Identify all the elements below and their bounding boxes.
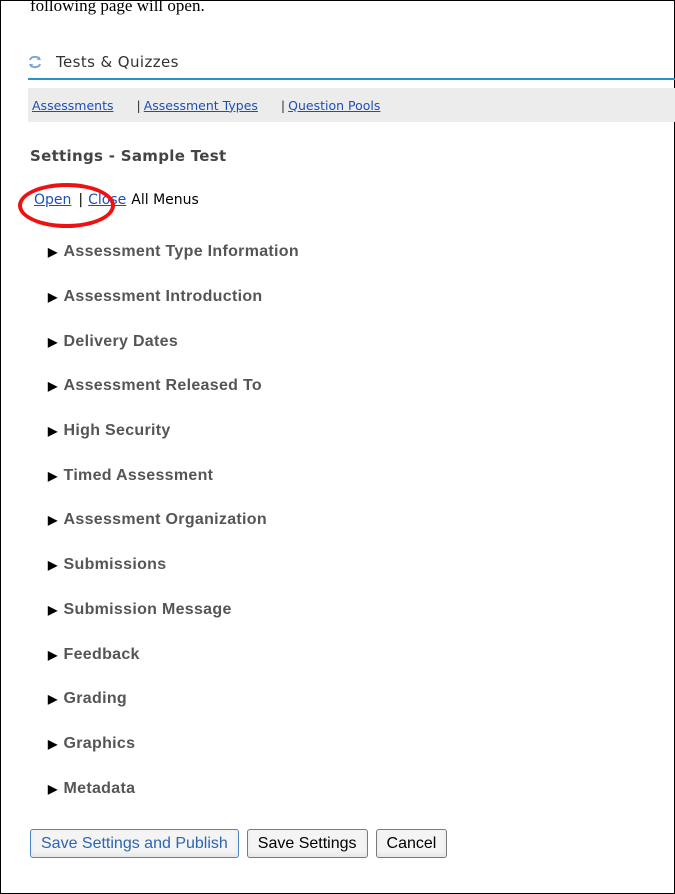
- open-all-menus-link[interactable]: Open: [34, 192, 71, 208]
- section-assessment-organization[interactable]: ▶ Assessment Organization: [48, 498, 299, 543]
- section-submissions[interactable]: ▶ Submissions: [48, 543, 299, 588]
- section-label: High Security: [63, 422, 171, 440]
- nav-separator: |: [136, 97, 141, 113]
- section-graphics[interactable]: ▶ Graphics: [48, 722, 299, 767]
- section-label: Delivery Dates: [63, 332, 179, 350]
- section-grading[interactable]: ▶ Grading: [48, 677, 299, 722]
- expand-arrow-icon: ▶: [48, 245, 58, 260]
- toggle-separator: |: [78, 192, 84, 208]
- action-buttons: Save Settings and Publish Save Settings …: [30, 829, 448, 858]
- section-submission-message[interactable]: ▶ Submission Message: [48, 588, 299, 633]
- all-menus-label: All Menus: [131, 192, 199, 208]
- section-timed-assessment[interactable]: ▶ Timed Assessment: [48, 453, 299, 498]
- section-label: Assessment Organization: [63, 511, 267, 529]
- expand-arrow-icon: ▶: [48, 468, 58, 483]
- section-assessment-released-to[interactable]: ▶ Assessment Released To: [48, 364, 299, 409]
- nav-question-pools-link[interactable]: Question Pools: [288, 98, 380, 113]
- page-title: Settings - Sample Test: [30, 147, 227, 165]
- section-assessment-introduction[interactable]: ▶ Assessment Introduction: [48, 275, 299, 320]
- cancel-button[interactable]: Cancel: [375, 829, 448, 858]
- save-settings-button[interactable]: Save Settings: [246, 829, 368, 858]
- expand-arrow-icon: ▶: [48, 334, 58, 349]
- expand-arrow-icon: ▶: [48, 781, 58, 796]
- menu-toggle-row: Open | Close All Menus: [34, 192, 199, 208]
- expand-arrow-icon: ▶: [48, 647, 58, 662]
- section-metadata[interactable]: ▶ Metadata: [48, 766, 299, 811]
- expand-arrow-icon: ▶: [48, 424, 58, 439]
- settings-sections: ▶ Assessment Type Information ▶ Assessment…: [48, 230, 299, 811]
- save-settings-and-publish-button[interactable]: Save Settings and Publish: [30, 829, 239, 858]
- expand-arrow-icon: ▶: [48, 558, 58, 573]
- section-label: Assessment Type Information: [63, 243, 299, 261]
- expand-arrow-icon: ▶: [48, 736, 58, 751]
- expand-arrow-icon: ▶: [48, 692, 58, 707]
- top-text-fragment: following page will open.: [30, 0, 205, 15]
- expand-arrow-icon: ▶: [48, 290, 58, 305]
- tool-header: Tests & Quizzes: [28, 46, 675, 80]
- section-label: Feedback: [63, 645, 140, 663]
- section-label: Graphics: [63, 734, 136, 752]
- section-feedback[interactable]: ▶ Feedback: [48, 632, 299, 677]
- section-assessment-type-information[interactable]: ▶ Assessment Type Information: [48, 230, 299, 275]
- nav-separator: |: [280, 97, 286, 113]
- refresh-arrows-icon: [28, 54, 42, 70]
- section-label: Metadata: [63, 779, 136, 797]
- expand-arrow-icon: ▶: [48, 513, 58, 528]
- expand-arrow-icon: ▶: [48, 379, 58, 394]
- section-delivery-dates[interactable]: ▶ Delivery Dates: [48, 319, 299, 364]
- tool-title: Tests & Quizzes: [56, 53, 179, 71]
- section-label: Grading: [63, 690, 127, 708]
- section-label: Submission Message: [63, 600, 232, 618]
- section-label: Timed Assessment: [63, 466, 214, 484]
- section-label: Submissions: [63, 556, 167, 574]
- tool-navbar: Assessments | Assessment Types | Questio…: [28, 88, 675, 122]
- close-all-menus-link[interactable]: Close: [88, 192, 126, 208]
- section-high-security[interactable]: ▶ High Security: [48, 409, 299, 454]
- nav-assessment-types-link[interactable]: Assessment Types: [144, 98, 258, 113]
- expand-arrow-icon: ▶: [48, 602, 58, 617]
- section-label: Assessment Released To: [63, 377, 262, 395]
- section-label: Assessment Introduction: [63, 288, 263, 306]
- nav-assessments-link[interactable]: Assessments: [32, 98, 114, 113]
